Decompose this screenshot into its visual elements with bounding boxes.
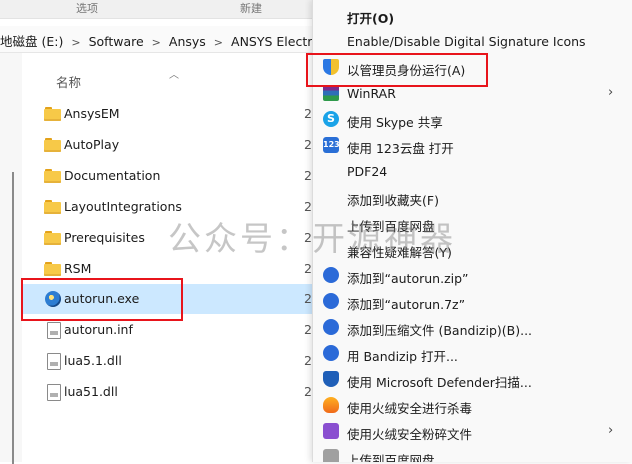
dll-file-icon — [47, 384, 61, 401]
toolbar-options-label[interactable]: 选项 — [76, 0, 98, 16]
cloud-123-icon: 123 — [323, 137, 340, 153]
menu-item-label: 上传到百度网盘 — [347, 219, 435, 234]
menu-item-huorong-scan[interactable]: 使用火绒安全进行杀毒 — [313, 393, 632, 419]
upload-icon — [323, 449, 339, 462]
file-name: lua51.dll — [64, 384, 118, 399]
folder-icon — [44, 137, 62, 153]
bandizip-icon — [323, 267, 339, 283]
menu-item-label: 使用火绒安全进行杀毒 — [347, 401, 473, 416]
menu-item-add-zip[interactable]: 添加到“autorun.zip” — [313, 263, 632, 289]
chevron-right-icon: > — [213, 36, 224, 49]
settings-file-icon — [47, 322, 61, 339]
bandizip-icon — [323, 345, 339, 361]
menu-item-label: 添加到收藏夹(F) — [347, 193, 439, 208]
navigation-pane[interactable] — [0, 53, 22, 462]
folder-icon — [44, 199, 62, 215]
file-name: Documentation — [64, 168, 161, 183]
menu-item-label: 兼容性疑难解答(Y) — [347, 245, 452, 260]
chevron-right-icon: › — [608, 423, 614, 438]
file-date: 2 — [304, 353, 312, 368]
dll-file-icon — [47, 353, 61, 370]
menu-item-label: 添加到“autorun.zip” — [347, 271, 469, 286]
file-date: 2 — [304, 291, 312, 306]
file-date: 2 — [304, 106, 312, 121]
menu-item-label: PDF24 — [347, 164, 388, 179]
menu-item-pdf24[interactable]: PDF24 — [313, 159, 632, 185]
chevron-right-icon: › — [608, 85, 614, 100]
highlight-box-exe — [21, 278, 183, 321]
file-date: 2 — [304, 199, 312, 214]
file-name: Prerequisites — [64, 230, 145, 245]
breadcrumb-drive[interactable]: 地磁盘 (E:) — [0, 34, 63, 49]
huorong-icon — [323, 397, 339, 413]
menu-item-bandizip-compress[interactable]: 添加到压缩文件 (Bandizip)(B)... — [313, 315, 632, 341]
sort-ascending-icon: ︿ — [169, 70, 179, 81]
folder-icon — [44, 230, 62, 246]
folder-icon — [44, 168, 62, 184]
winrar-icon — [323, 85, 339, 101]
folder-icon — [44, 106, 62, 122]
nav-scrollbar[interactable] — [12, 172, 14, 464]
menu-item-label: 使用 Skype 共享 — [347, 115, 443, 130]
menu-item-open[interactable]: 打开(O) — [313, 3, 632, 29]
menu-item-compatibility[interactable]: 兼容性疑难解答(Y) — [313, 237, 632, 263]
menu-item-label: 使用 Microsoft Defender扫描... — [347, 375, 532, 390]
folder-icon — [44, 261, 62, 277]
column-header-name[interactable]: ︿ 名称 — [22, 66, 312, 90]
menu-item-label: Enable/Disable Digital Signature Icons — [347, 34, 586, 49]
file-date: 2 — [304, 384, 312, 399]
file-date: 2 — [304, 322, 312, 337]
shredder-icon — [323, 423, 339, 439]
file-name: lua5.1.dll — [64, 353, 122, 368]
file-name: AutoPlay — [64, 137, 120, 152]
defender-icon — [323, 371, 339, 387]
chevron-right-icon: > — [151, 36, 161, 49]
file-name: AnsysEM — [64, 106, 120, 121]
breadcrumb-software[interactable]: Software — [89, 34, 144, 49]
menu-item-label: WinRAR — [347, 86, 396, 101]
skype-icon: S — [323, 111, 339, 127]
menu-item-defender-scan[interactable]: 使用 Microsoft Defender扫描... — [313, 367, 632, 393]
breadcrumb: 地磁盘 (E:) > Software > Ansys > ANSYS Electroni — [0, 31, 331, 50]
breadcrumb-ansys[interactable]: Ansys — [169, 34, 206, 49]
menu-item-baidu-upload[interactable]: 上传到百度网盘 — [313, 211, 632, 237]
menu-item-label: 用 Bandizip 打开... — [347, 349, 458, 364]
menu-item-123cloud[interactable]: 123 使用 123云盘 打开 — [313, 133, 632, 159]
menu-item-skype-share[interactable]: S 使用 Skype 共享 — [313, 107, 632, 133]
highlight-box-run-as-admin — [306, 53, 488, 87]
menu-item-label: 上传到百度网盘 — [347, 453, 435, 462]
file-date: 2 — [304, 137, 312, 152]
menu-item-label: 使用 123云盘 打开 — [347, 141, 454, 156]
file-date: 2 — [304, 261, 312, 276]
menu-item-baidu-upload-2[interactable]: 上传到百度网盘 — [313, 445, 632, 462]
menu-item-label: 使用火绒安全粉碎文件 — [347, 427, 473, 442]
bandizip-icon — [323, 319, 339, 335]
menu-item-label: 添加到压缩文件 (Bandizip)(B)... — [347, 323, 533, 338]
menu-item-huorong-shred[interactable]: 使用火绒安全粉碎文件 › — [313, 419, 632, 445]
file-name: RSM — [64, 261, 92, 276]
bandizip-icon — [323, 293, 339, 309]
file-date: 2 — [304, 168, 312, 183]
menu-item-bandizip-open[interactable]: 用 Bandizip 打开... — [313, 341, 632, 367]
menu-item-digital-signature[interactable]: Enable/Disable Digital Signature Icons — [313, 29, 632, 55]
toolbar-new-label[interactable]: 新建 — [240, 0, 262, 16]
menu-item-label: 打开(O) — [347, 11, 395, 26]
file-name: LayoutIntegrations — [64, 199, 182, 214]
menu-item-label: 添加到“autorun.7z” — [347, 297, 466, 312]
file-name: autorun.inf — [64, 322, 133, 337]
chevron-right-icon: > — [71, 36, 81, 49]
column-header-label: 名称 — [56, 75, 82, 90]
menu-item-add-7z[interactable]: 添加到“autorun.7z” — [313, 289, 632, 315]
file-date: 2 — [304, 230, 312, 245]
menu-item-add-favorites[interactable]: 添加到收藏夹(F) — [313, 185, 632, 211]
